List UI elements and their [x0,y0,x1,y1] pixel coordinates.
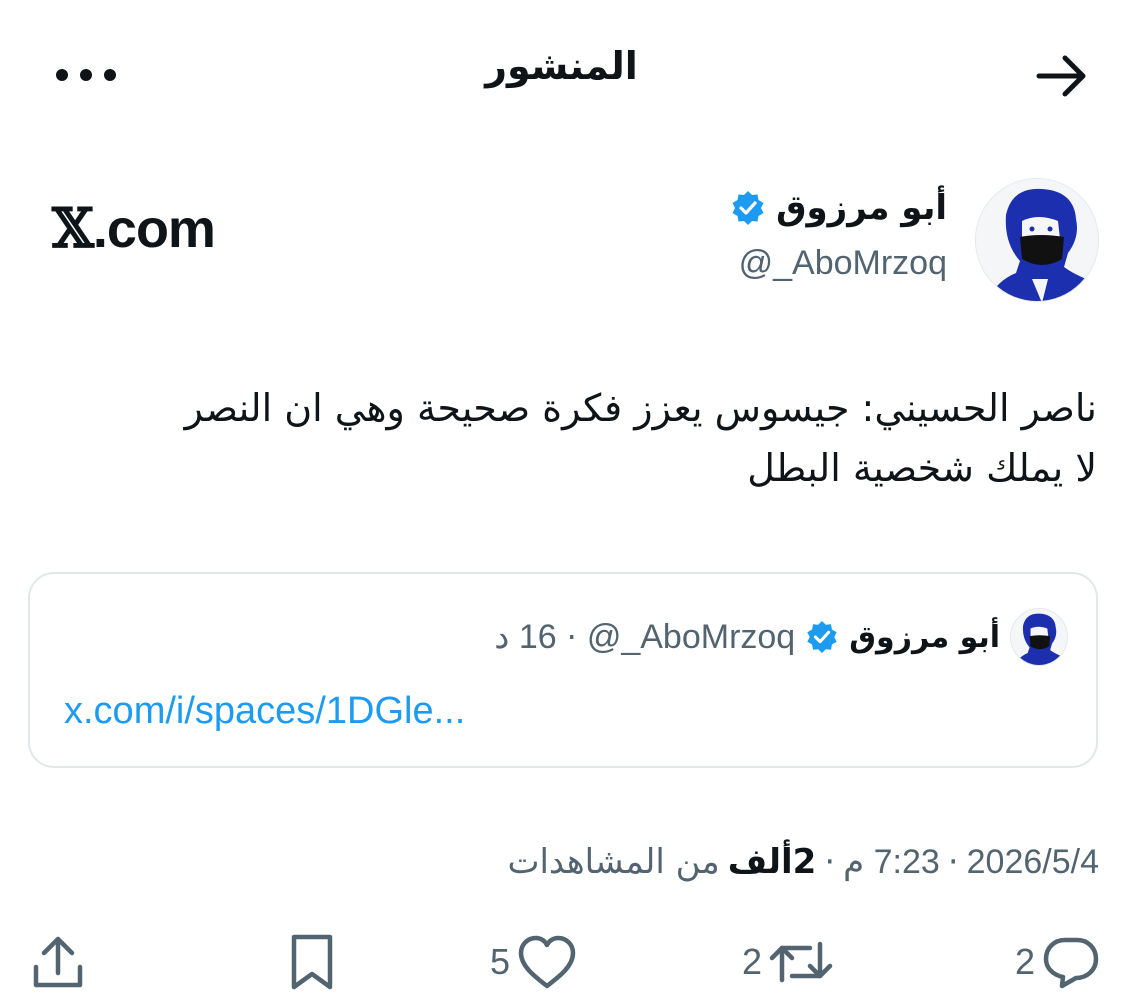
meta-separator: · [947,842,959,882]
view-count[interactable]: 2ألف [728,842,817,882]
brand-text: .com [92,199,216,259]
retweet-icon [769,941,833,983]
avatar[interactable] [975,178,1099,302]
author-name[interactable]: أبو مرزوق [730,188,947,228]
tweet-text-line: لا يملك شخصية البطل [747,446,1097,490]
quoted-post-card[interactable]: أبو مرزوق @_AboMrzoq · 16 د x.com/i/spac… [28,572,1098,768]
like-count: 5 [490,941,511,982]
post-meta: 2026/5/4 · 7:23 م · 2ألف من المشاهدات [507,842,1099,882]
tweet-text: ناصر الحسيني: جيسوس يعزز فكرة صحيحة وهي … [40,378,1097,498]
reply-count: 2 [1014,941,1035,982]
post-time: 7:23 م [843,843,940,881]
post-date: 2026/5/4 [966,842,1099,881]
x-logo-icon: 𝕏 [52,196,94,260]
quoted-post-header: أبو مرزوق @_AboMrzoq · 16 د [494,608,1068,666]
reply-button[interactable]: 2 [1015,930,1101,994]
author-name-label: أبو مرزوق [776,188,947,228]
bookmark-button[interactable] [284,930,340,994]
bookmark-icon [291,934,333,990]
brand-watermark: 𝕏.com [52,196,216,260]
verified-badge-icon [807,620,837,654]
more-icon [56,69,116,81]
reply-icon [1043,937,1099,989]
quoted-timestamp: 16 د [494,618,557,656]
meta-separator: · [824,842,836,882]
quoted-author-name: أبو مرزوق [849,619,1000,655]
retweet-button[interactable]: 2 [742,930,834,994]
share-button[interactable] [30,930,86,994]
verified-badge-icon [732,191,764,225]
quoted-link[interactable]: x.com/i/spaces/1DGle... [64,690,465,733]
retweet-count: 2 [742,941,763,982]
quoted-avatar [1010,608,1068,666]
page-title: المنشور [485,44,638,88]
share-icon [33,936,83,988]
like-icon [518,935,576,989]
more-button[interactable] [46,50,126,100]
quoted-separator: · [566,618,577,656]
quoted-author-handle: @_AboMrzoq [586,617,796,656]
author-handle[interactable]: @_AboMrzoq [739,244,947,283]
quoted-avatar-image [1011,609,1067,665]
avatar-image [976,179,1098,301]
view-count-label: من المشاهدات [507,842,720,882]
like-button[interactable]: 5 [490,930,578,994]
tweet-text-line: ناصر الحسيني: جيسوس يعزز فكرة صحيحة وهي … [184,386,1097,430]
